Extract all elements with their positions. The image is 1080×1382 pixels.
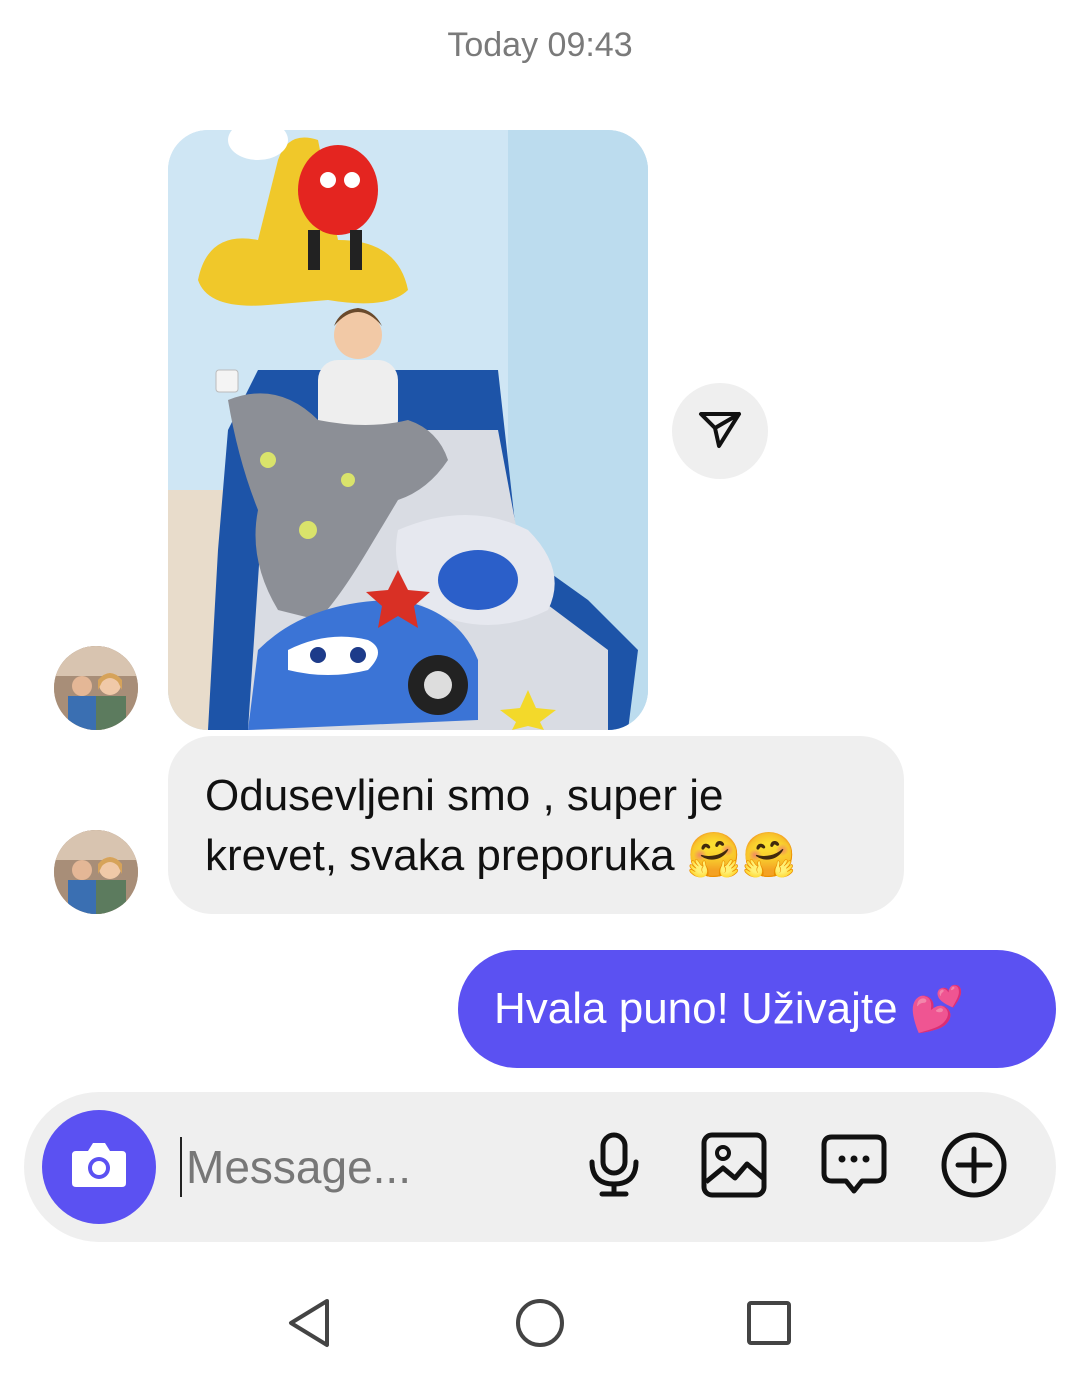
hearts-emoji: 💕	[909, 984, 965, 1035]
timestamp: Today 09:43	[447, 26, 633, 64]
system-navigation-bar	[0, 1290, 1080, 1360]
sender-avatar[interactable]	[54, 646, 138, 730]
gallery-button[interactable]	[698, 1131, 770, 1203]
camera-button[interactable]	[42, 1110, 156, 1224]
sender-avatar[interactable]	[54, 830, 138, 914]
message-text: krevet, svaka preporuka	[205, 831, 675, 880]
camera-icon	[68, 1139, 130, 1196]
message-input[interactable]	[180, 1137, 566, 1197]
recents-icon	[745, 1299, 793, 1352]
chat-bubble-icon	[820, 1133, 888, 1202]
microphone-button[interactable]	[578, 1131, 650, 1203]
more-options-button[interactable]	[938, 1131, 1010, 1203]
home-icon	[514, 1297, 566, 1354]
incoming-message[interactable]: Odusevljeni smo , super je krevet, svaka…	[168, 736, 904, 914]
message-composer	[24, 1092, 1056, 1242]
send-icon	[695, 404, 745, 459]
gallery-icon	[701, 1132, 767, 1203]
back-icon	[285, 1297, 333, 1354]
recents-button[interactable]	[734, 1290, 804, 1360]
sticker-button[interactable]	[818, 1131, 890, 1203]
microphone-icon	[584, 1132, 644, 1203]
message-text: Hvala puno! Uživajte	[494, 984, 898, 1033]
hug-emoji: 🤗🤗	[686, 830, 797, 881]
message-line: krevet, svaka preporuka 🤗🤗	[205, 826, 868, 886]
back-button[interactable]	[274, 1290, 344, 1360]
outgoing-message[interactable]: Hvala puno! Uživajte 💕	[458, 950, 1056, 1068]
share-button[interactable]	[672, 383, 768, 479]
home-button[interactable]	[505, 1290, 575, 1360]
shared-photo[interactable]	[168, 130, 648, 730]
message-line: Odusevljeni smo , super je	[205, 771, 724, 820]
plus-circle-icon	[940, 1131, 1008, 1204]
